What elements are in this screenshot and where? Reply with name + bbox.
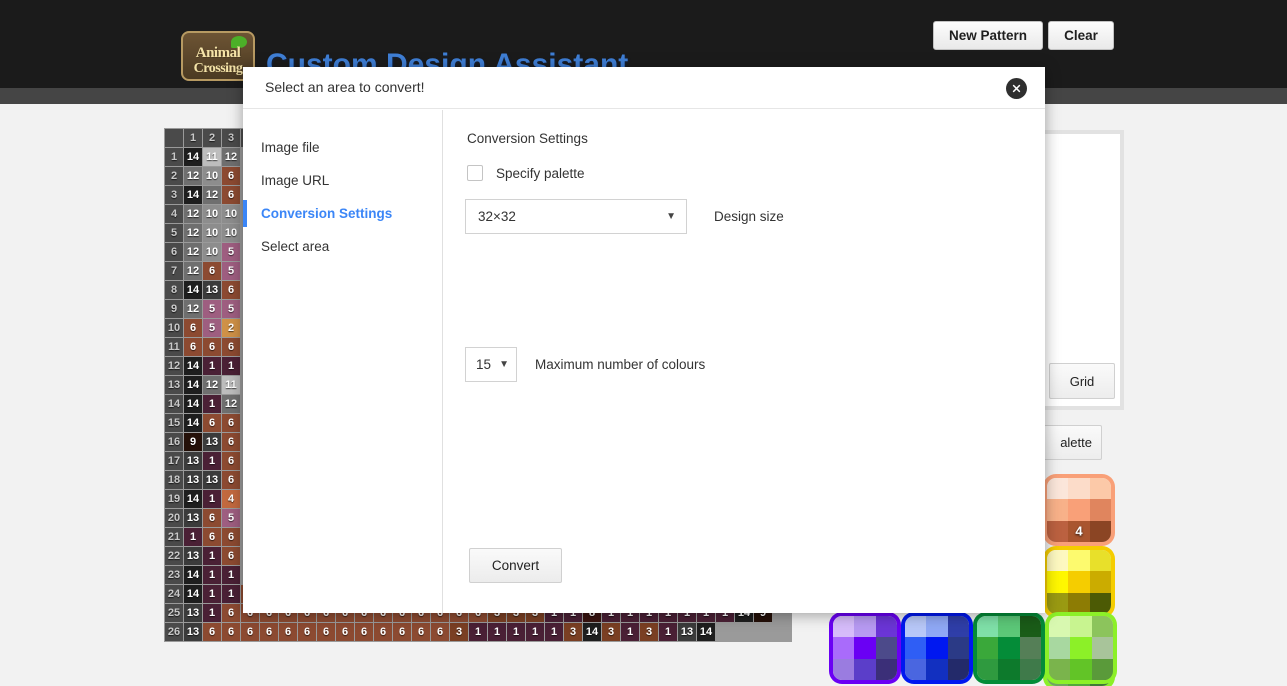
specify-palette-checkbox[interactable] xyxy=(467,165,483,181)
conversion-settings-pane: Conversion Settings Specify palette 32×3… xyxy=(443,110,1045,613)
max-colours-value: 15 xyxy=(476,357,492,372)
swatch-shade[interactable] xyxy=(998,658,1020,680)
swatch-shade[interactable] xyxy=(1049,658,1071,680)
swatch-shade[interactable] xyxy=(875,658,897,680)
design-size-value: 32×32 xyxy=(478,209,516,224)
modal-body: Image file Image URL Conversion Settings Se… xyxy=(243,110,1045,613)
chevron-down-icon: ▼ xyxy=(666,211,676,222)
convert-modal: Select an area to convert! Image file Ima… xyxy=(243,67,1045,613)
settings-heading: Conversion Settings xyxy=(467,131,588,146)
swatch-shade[interactable] xyxy=(926,658,948,680)
swatch-shade[interactable] xyxy=(1070,658,1092,680)
max-colours-select[interactable]: 15 ▼ xyxy=(465,347,517,382)
modal-header: Select an area to convert! xyxy=(243,67,1045,109)
design-size-label: Design size xyxy=(714,209,784,224)
specify-palette-label: Specify palette xyxy=(496,165,585,181)
swatch-shade[interactable] xyxy=(905,658,927,680)
close-icon[interactable] xyxy=(1006,78,1027,99)
sidebar-item-label: Image file xyxy=(261,140,320,155)
swatch-shade[interactable] xyxy=(1091,658,1113,680)
max-colours-label: Maximum number of colours xyxy=(535,357,706,372)
modal-overlay: Select an area to convert! Image file Ima… xyxy=(0,0,1287,661)
swatch-shade[interactable] xyxy=(947,658,969,680)
swatch-shade[interactable] xyxy=(1019,658,1041,680)
sidebar-item-label: Image URL xyxy=(261,173,330,188)
sidebar-item-conversion-settings[interactable]: Conversion Settings xyxy=(243,197,442,230)
design-size-select[interactable]: 32×32 ▼ xyxy=(465,199,687,234)
sidebar-item-label: Conversion Settings xyxy=(261,206,393,221)
modal-sidebar: Image file Image URL Conversion Settings Se… xyxy=(243,110,443,613)
swatch-shade[interactable] xyxy=(977,658,999,680)
chevron-down-icon: ▼ xyxy=(499,359,509,370)
design-size-row: 32×32 ▼ Design size xyxy=(465,199,784,234)
swatch-shade[interactable] xyxy=(854,658,876,680)
sidebar-item-label: Select area xyxy=(261,239,330,254)
sidebar-item-image-url[interactable]: Image URL xyxy=(243,164,442,197)
specify-palette-row: Specify palette xyxy=(467,165,585,181)
convert-button[interactable]: Convert xyxy=(469,548,562,583)
sidebar-item-image-file[interactable]: Image file xyxy=(243,131,442,164)
modal-title: Select an area to convert! xyxy=(265,79,425,95)
sidebar-item-select-area[interactable]: Select area xyxy=(243,230,442,263)
max-colours-row: 15 ▼ Maximum number of colours xyxy=(465,347,705,382)
swatch-shade[interactable] xyxy=(833,658,855,680)
